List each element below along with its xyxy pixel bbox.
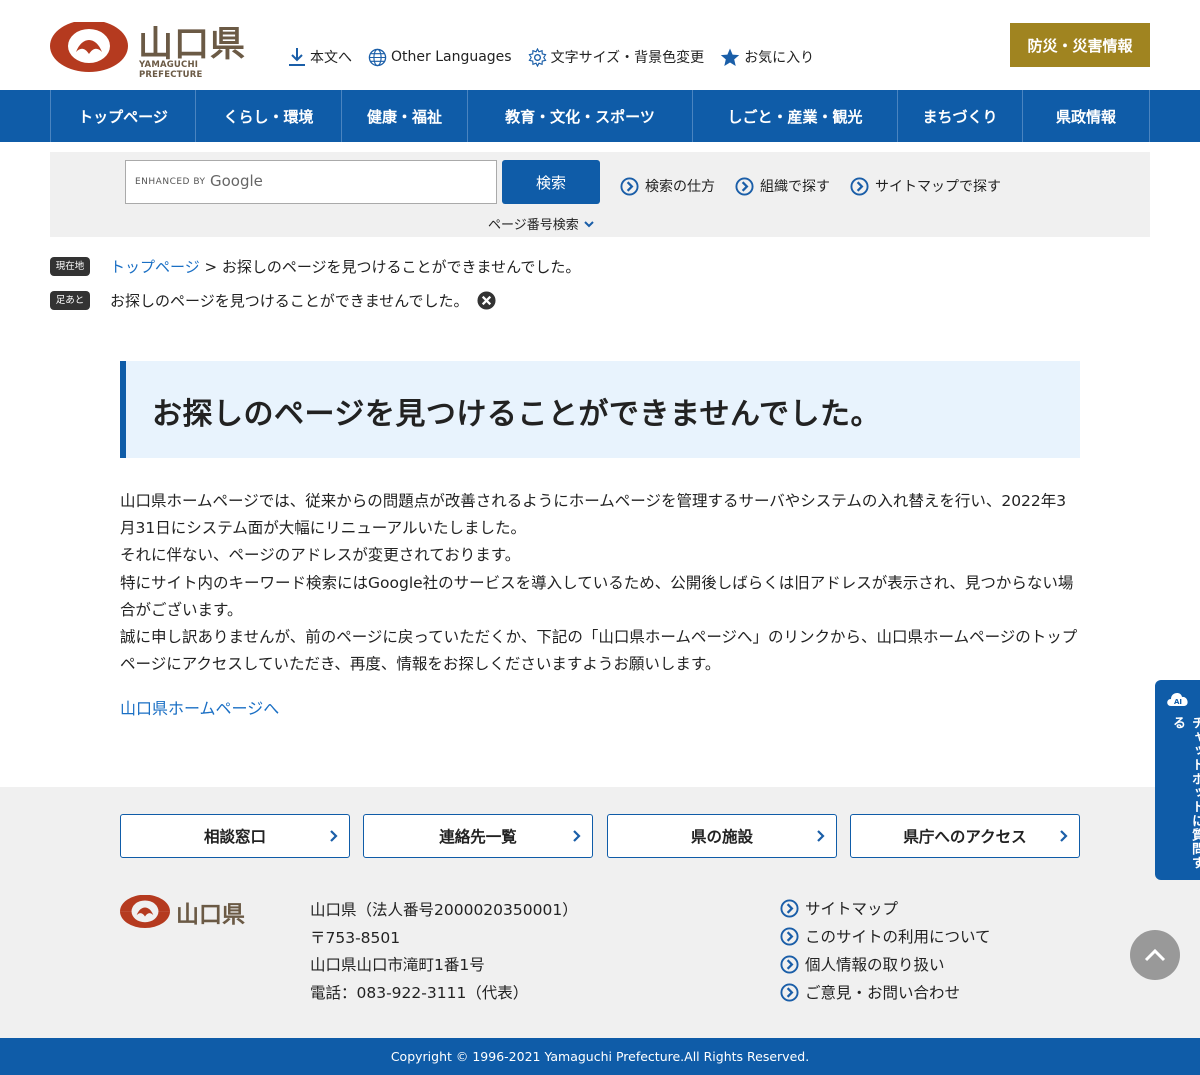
nav-item-work-industry-tourism[interactable]: しごと・産業・観光 (693, 90, 898, 142)
breadcrumb-current: お探しのページを見つけることができませんでした。 (221, 258, 581, 276)
circle-chevron-right-icon (780, 982, 799, 1002)
copyright: Copyright © 1996-2021 Yamaguchi Prefectu… (0, 1038, 1200, 1075)
search-by-sitemap-link[interactable]: サイトマップで探す (850, 176, 1001, 196)
search-by-organization-link[interactable]: 組織で探す (735, 176, 830, 196)
page-body: 山口県ホームページでは、従来からの問題点が改善されるようにホームページを管理する… (120, 488, 1080, 678)
footer-link-sitemap[interactable]: サイトマップ (780, 894, 991, 922)
chevron-right-icon (817, 830, 825, 842)
footprint-history: 足あと お探しのページを見つけることができませんでした。 (50, 290, 496, 311)
prefectural-facilities-button[interactable]: 県の施設 (607, 814, 837, 858)
site-header: 山口県 YAMAGUCHI PREFECTURE 本文へ Other Langu… (0, 0, 1200, 90)
page-title-box: お探しのページを見つけることができませんでした。 (120, 361, 1080, 458)
footer-link-privacy[interactable]: 個人情報の取り扱い (780, 950, 991, 978)
back-to-top-button[interactable] (1130, 930, 1180, 980)
chatbot-button[interactable]: AI チャットボットに質問する (1155, 680, 1200, 880)
footer-link-contact[interactable]: ご意見・お問い合わせ (780, 978, 991, 1006)
street-address: 山口県山口市滝町1番1号 (310, 956, 485, 974)
nav-item-town-planning[interactable]: まちづくり (898, 90, 1023, 142)
circle-chevron-right-icon (780, 954, 799, 974)
google-wordmark: Google (210, 172, 263, 190)
circle-chevron-right-icon (780, 926, 799, 946)
other-languages-link[interactable]: Other Languages (368, 48, 512, 67)
site-logo[interactable]: 山口県 YAMAGUCHI PREFECTURE (50, 20, 250, 80)
search-button[interactable]: 検索 (502, 160, 600, 204)
gear-icon (528, 47, 547, 67)
breadcrumb-tag: 現在地 (50, 257, 90, 276)
enhanced-by-label: ENHANCED BY (135, 177, 206, 187)
text-size-color-link[interactable]: 文字サイズ・背景色変更 (528, 47, 704, 67)
page-title: お探しのページを見つけることができませんでした。 (152, 397, 881, 432)
nav-item-education-culture-sports[interactable]: 教育・文化・スポーツ (468, 90, 693, 142)
chevron-right-icon (573, 830, 581, 842)
search-links: 検索の仕方 組織で探す サイトマップで探す (620, 176, 1021, 196)
nav-item-life-environment[interactable]: くらし・環境 (196, 90, 342, 142)
phone-number: 電話：083-922-3111（代表） (310, 983, 529, 1002)
nav-item-prefectural-info[interactable]: 県政情報 (1023, 90, 1150, 142)
circle-chevron-right-icon (735, 176, 754, 196)
search-area: ENHANCED BY Google 検索 検索の仕方 組織で探す サイトマップ… (50, 152, 1150, 237)
footer-address: 山口県（法人番号2000020350001） 〒753-8501 山口県山口市滝… (310, 897, 578, 1007)
globe-icon (368, 48, 387, 66)
chevron-right-icon (330, 830, 338, 842)
footer-links: サイトマップ このサイトの利用について 個人情報の取り扱い ご意見・お問い合わせ (780, 894, 991, 1006)
close-circle-icon[interactable] (476, 291, 496, 310)
logo-romaji: YAMAGUCHI PREFECTURE (139, 60, 203, 80)
footprint-item: お探しのページを見つけることができませんでした。 (110, 292, 469, 310)
prefecture-emblem-icon (120, 894, 170, 929)
nav-item-top[interactable]: トップページ (51, 90, 196, 142)
footer-link-site-usage[interactable]: このサイトの利用について (780, 922, 991, 950)
prefecture-home-link[interactable]: 山口県ホームページへ (120, 695, 279, 719)
disaster-info-button[interactable]: 防災・災害情報 (1010, 23, 1150, 67)
chevron-right-icon (1060, 830, 1068, 842)
circle-chevron-right-icon (780, 898, 799, 918)
breadcrumb-home-link[interactable]: トップページ (110, 256, 200, 277)
search-input[interactable]: ENHANCED BY Google (125, 160, 497, 204)
chevron-up-icon (1144, 948, 1166, 962)
postal-code: 〒753-8501 (310, 928, 401, 947)
circle-chevron-right-icon (620, 176, 639, 196)
skip-to-content-link[interactable]: 本文へ (288, 47, 352, 67)
nav-item-health-welfare[interactable]: 健康・福祉 (342, 90, 468, 142)
body-paragraph: それに伴ない、ページのアドレスが変更されております。 (120, 546, 521, 565)
office-access-button[interactable]: 県庁へのアクセス (850, 814, 1080, 858)
star-icon (720, 48, 740, 66)
circle-chevron-right-icon (850, 176, 869, 196)
search-help-link[interactable]: 検索の仕方 (620, 176, 715, 196)
page-number-search-toggle[interactable]: ページ番号検索 (488, 214, 595, 233)
body-paragraph: 誠に申し訳ありませんが、前のページに戻っていただくか、下記の「山口県ホームページ… (120, 628, 1078, 674)
ai-cloud-icon: AI (1167, 693, 1188, 706)
footer-logo-text: 山口県 (176, 902, 245, 928)
ai-label: AI (1174, 698, 1182, 706)
consultation-button[interactable]: 相談窓口 (120, 814, 350, 858)
site-footer: 相談窓口 連絡先一覧 県の施設 県庁へのアクセス 山口県 山口県（法人番号200… (0, 787, 1200, 1038)
contact-list-button[interactable]: 連絡先一覧 (363, 814, 593, 858)
footer-logo: 山口県 (120, 894, 245, 933)
global-navigation: トップページ くらし・環境 健康・福祉 教育・文化・スポーツ しごと・産業・観光… (0, 90, 1200, 142)
footprint-tag: 足あと (50, 291, 90, 310)
body-paragraph: 山口県ホームページでは、従来からの問題点が改善されるようにホームページを管理する… (120, 492, 1067, 538)
breadcrumb: 現在地 トップページ > お探しのページを見つけることができませんでした。 (50, 256, 580, 277)
corporate-number: 山口県（法人番号2000020350001） (310, 901, 578, 919)
breadcrumb-separator: > (199, 257, 222, 276)
chevron-down-icon (584, 220, 594, 227)
chatbot-label: チャットボットに質問する (1170, 716, 1200, 870)
download-arrow-icon (289, 48, 305, 66)
utility-links: 本文へ Other Languages 文字サイズ・背景色変更 お気に入り (288, 47, 830, 67)
prefecture-emblem-icon (50, 22, 128, 72)
favorites-link[interactable]: お気に入り (720, 47, 814, 67)
body-paragraph: 特にサイト内のキーワード検索にはGoogle社のサービスを導入しているため、公開… (120, 573, 1074, 619)
